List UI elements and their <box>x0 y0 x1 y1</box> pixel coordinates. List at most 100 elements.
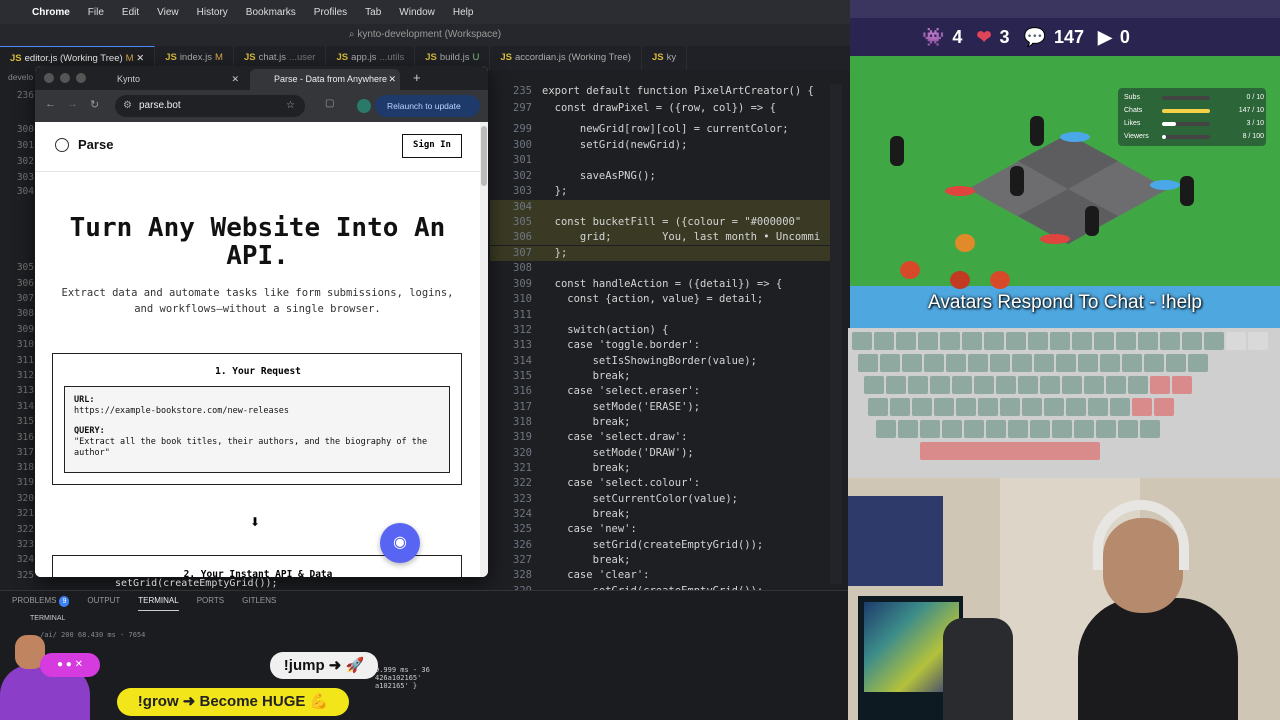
back-icon[interactable]: ← <box>45 98 56 110</box>
code-line[interactable]: 311 <box>490 308 830 323</box>
code-line[interactable]: 317 setMode('ERASE'); <box>490 400 830 415</box>
code-line[interactable]: 326 setGrid(createEmptyGrid()); <box>490 538 830 553</box>
code-line[interactable]: 325 case 'new': <box>490 522 830 537</box>
code-line[interactable]: 322 case 'select.colour': <box>490 476 830 491</box>
code-text: }; <box>542 185 568 197</box>
code-editor[interactable]: 235 export default function PixelArtCreat… <box>490 84 830 610</box>
code-line[interactable]: 299 newGrid[row][col] = currentColor; <box>490 122 830 137</box>
code-line[interactable]: 327 break; <box>490 553 830 568</box>
menu-item-tab[interactable]: Tab <box>365 7 381 18</box>
code-line[interactable]: 313 case 'toggle.border': <box>490 338 830 353</box>
red-pad <box>945 186 975 196</box>
new-tab-button[interactable]: + <box>413 70 421 85</box>
code-line[interactable]: 235 export default function PixelArtCreat… <box>490 84 830 99</box>
keyboard-key <box>1138 332 1158 350</box>
tab-ky[interactable]: JS ky <box>642 46 688 70</box>
code-text: saveAsPNG(); <box>542 170 656 182</box>
site-info-icon[interactable]: ⚙ <box>123 95 132 117</box>
keyboard-key <box>1154 398 1174 416</box>
code-line[interactable]: 300 setGrid(newGrid); <box>490 138 830 153</box>
tab-accordian-js[interactable]: JS accordian.js (Working Tree) <box>490 46 642 70</box>
page-scrollbar[interactable] <box>480 122 488 577</box>
code-line[interactable]: 321 break; <box>490 461 830 476</box>
close-icon[interactable]: ✕ <box>231 69 239 90</box>
close-window-button[interactable] <box>44 73 54 83</box>
code-text: const bucketFill = ({colour = "#000000" <box>542 216 802 228</box>
code-line[interactable]: 319 case 'select.draw': <box>490 430 830 445</box>
tab-problems[interactable]: PROBLEMS 9 <box>12 591 70 611</box>
down-arrow-icon: ⬇ <box>250 515 261 529</box>
chrome-tab-parse[interactable]: Parse - Data from Anywhere ✕ <box>250 69 400 90</box>
code-line[interactable]: 304 <box>490 200 830 216</box>
menu-item-view[interactable]: View <box>157 7 179 18</box>
code-line[interactable]: 320 setMode('DRAW'); <box>490 446 830 461</box>
site-brand[interactable]: Parse <box>78 137 113 152</box>
keyboard-key <box>1100 354 1120 372</box>
minimize-window-button[interactable] <box>60 73 70 83</box>
code-line[interactable]: 315 break; <box>490 369 830 384</box>
tab-ports[interactable]: PORTS <box>197 591 224 611</box>
terminal-line: /ai/ 200 68.430 ms - 7654 <box>40 631 146 639</box>
tab-search-icon[interactable]: ▢ <box>325 98 334 109</box>
line-number: 297 <box>513 102 532 114</box>
code-line[interactable]: 314 setIsShowingBorder(value); <box>490 354 830 369</box>
code-line[interactable]: 309 const handleAction = ({detail}) => { <box>490 277 830 292</box>
code-line[interactable]: 310 const {action, value} = detail; <box>490 292 830 307</box>
goal-value: 0 / 10 <box>1246 94 1264 101</box>
minimap-scrollbar[interactable] <box>830 84 842 584</box>
terminal-label: TERMINAL <box>30 615 66 622</box>
line-number: 327 <box>513 554 532 566</box>
code-line[interactable]: 318 break; <box>490 415 830 430</box>
profile-avatar[interactable] <box>357 99 371 113</box>
code-line[interactable]: 328 case 'clear': <box>490 568 830 583</box>
code-line[interactable]: 297 const drawPixel = ({row, col}) => { <box>490 101 830 116</box>
keyboard-key <box>1110 398 1130 416</box>
discord-icon[interactable]: ◉ <box>380 523 420 563</box>
code-line[interactable]: 302 saveAsPNG(); <box>490 169 830 184</box>
menu-item-profiles[interactable]: Profiles <box>314 7 347 18</box>
keyboard-key <box>1118 420 1138 438</box>
forward-icon[interactable]: → <box>67 98 78 110</box>
menu-item-file[interactable]: File <box>88 7 104 18</box>
menu-item-window[interactable]: Window <box>399 7 435 18</box>
code-line[interactable]: 324 break; <box>490 507 830 522</box>
code-line[interactable]: 308 <box>490 261 830 276</box>
code-line[interactable]: 305 const bucketFill = ({colour = "#0000… <box>490 215 830 231</box>
keyboard-key <box>864 376 884 394</box>
code-text: break; <box>542 370 631 382</box>
bookmark-star-icon[interactable]: ☆ <box>286 95 295 117</box>
code-line[interactable]: 303 }; <box>490 184 830 199</box>
code-line[interactable]: 301 <box>490 153 830 168</box>
tab-output[interactable]: OUTPUT <box>87 591 120 611</box>
goal-value: 8 / 100 <box>1242 133 1264 140</box>
code-line[interactable]: 306 grid; You, last month • Uncommi <box>490 230 830 246</box>
menu-item-help[interactable]: Help <box>453 7 474 18</box>
tab-terminal[interactable]: TERMINAL <box>138 591 179 611</box>
line-number: 309 <box>16 324 34 335</box>
terminal-output[interactable]: /ai/ 200 68.430 ms - 7654 <box>40 631 440 639</box>
goal-row: Subs 0 / 10 <box>1124 92 1264 104</box>
menu-item-history[interactable]: History <box>197 7 228 18</box>
code-text: setGrid(createEmptyGrid()); <box>542 539 764 551</box>
sign-in-button[interactable]: Sign In <box>402 134 462 158</box>
code-line[interactable]: 312 switch(action) { <box>490 323 830 338</box>
chrome-tab-kynto[interactable]: Kynto ✕ <box>93 69 243 90</box>
workspace-title[interactable]: kynto-development (Workspace) <box>357 29 501 40</box>
code-line[interactable]: 323 setCurrentColor(value); <box>490 492 830 507</box>
menu-item-chrome[interactable]: Chrome <box>32 7 70 18</box>
reload-icon[interactable]: ↻ <box>90 98 99 111</box>
close-icon[interactable]: ✕ <box>136 53 144 64</box>
close-icon[interactable]: ✕ <box>388 69 396 90</box>
keyboard-key <box>876 420 896 438</box>
chair <box>943 618 1013 720</box>
parse-logo-icon[interactable] <box>55 138 69 152</box>
maximize-window-button[interactable] <box>76 73 86 83</box>
menu-item-edit[interactable]: Edit <box>122 7 139 18</box>
code-line[interactable]: 316 case 'select.eraser': <box>490 384 830 399</box>
tab-gitlens[interactable]: GITLENS <box>242 591 276 611</box>
keyboard-key <box>874 332 894 350</box>
relaunch-to-update-button[interactable]: Relaunch to update <box>375 95 480 117</box>
address-bar[interactable]: ⚙ parse.bot ☆ <box>115 95 305 117</box>
code-line[interactable]: 307 }; <box>490 246 830 262</box>
menu-item-bookmarks[interactable]: Bookmarks <box>246 7 296 18</box>
